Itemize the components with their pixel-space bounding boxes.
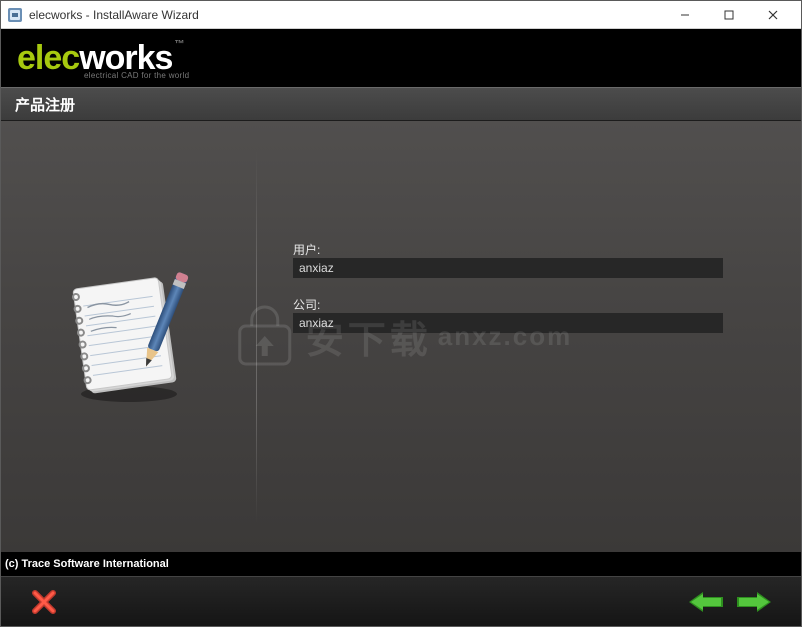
close-button[interactable] (751, 2, 795, 28)
logo-tagline: electrical CAD for the world (84, 71, 189, 80)
back-button[interactable] (687, 589, 725, 615)
maximize-icon (724, 10, 734, 20)
copyright-band: (c) Trace Software International (1, 552, 801, 576)
next-button[interactable] (735, 589, 773, 615)
window-title: elecworks - InstallAware Wizard (29, 8, 663, 22)
copyright-text: (c) Trace Software International (5, 558, 169, 570)
cancel-button[interactable] (29, 587, 59, 617)
close-icon (768, 10, 778, 20)
step-title: 产品注册 (15, 94, 75, 115)
form-pane: 用户: 公司: (257, 121, 801, 552)
arrow-right-icon (737, 592, 771, 612)
app-icon (7, 7, 23, 23)
illustration-pane (1, 121, 256, 552)
company-field-block: 公司: (293, 296, 761, 333)
user-input[interactable] (293, 258, 723, 278)
notepad-pencil-icon (54, 262, 204, 412)
minimize-icon (680, 10, 690, 20)
logo-band: elecworks™ electrical CAD for the world (1, 29, 801, 87)
logo-part1: elec (17, 39, 79, 77)
arrow-left-icon (689, 592, 723, 612)
user-field-block: 用户: (293, 241, 761, 278)
minimize-button[interactable] (663, 2, 707, 28)
cancel-x-icon (31, 589, 57, 615)
title-bar: elecworks - InstallAware Wizard (1, 1, 801, 29)
window-controls (663, 2, 795, 28)
company-input[interactable] (293, 313, 723, 333)
company-label: 公司: (293, 296, 761, 313)
footer-nav (1, 576, 801, 626)
step-header: 产品注册 (1, 87, 801, 121)
installer-window: elecworks - InstallAware Wizard elecwork… (0, 0, 802, 627)
user-label: 用户: (293, 241, 761, 258)
logo-tm: ™ (174, 39, 183, 50)
maximize-button[interactable] (707, 2, 751, 28)
main-panel: 用户: 公司: 安下载 anxz.com (1, 121, 801, 552)
